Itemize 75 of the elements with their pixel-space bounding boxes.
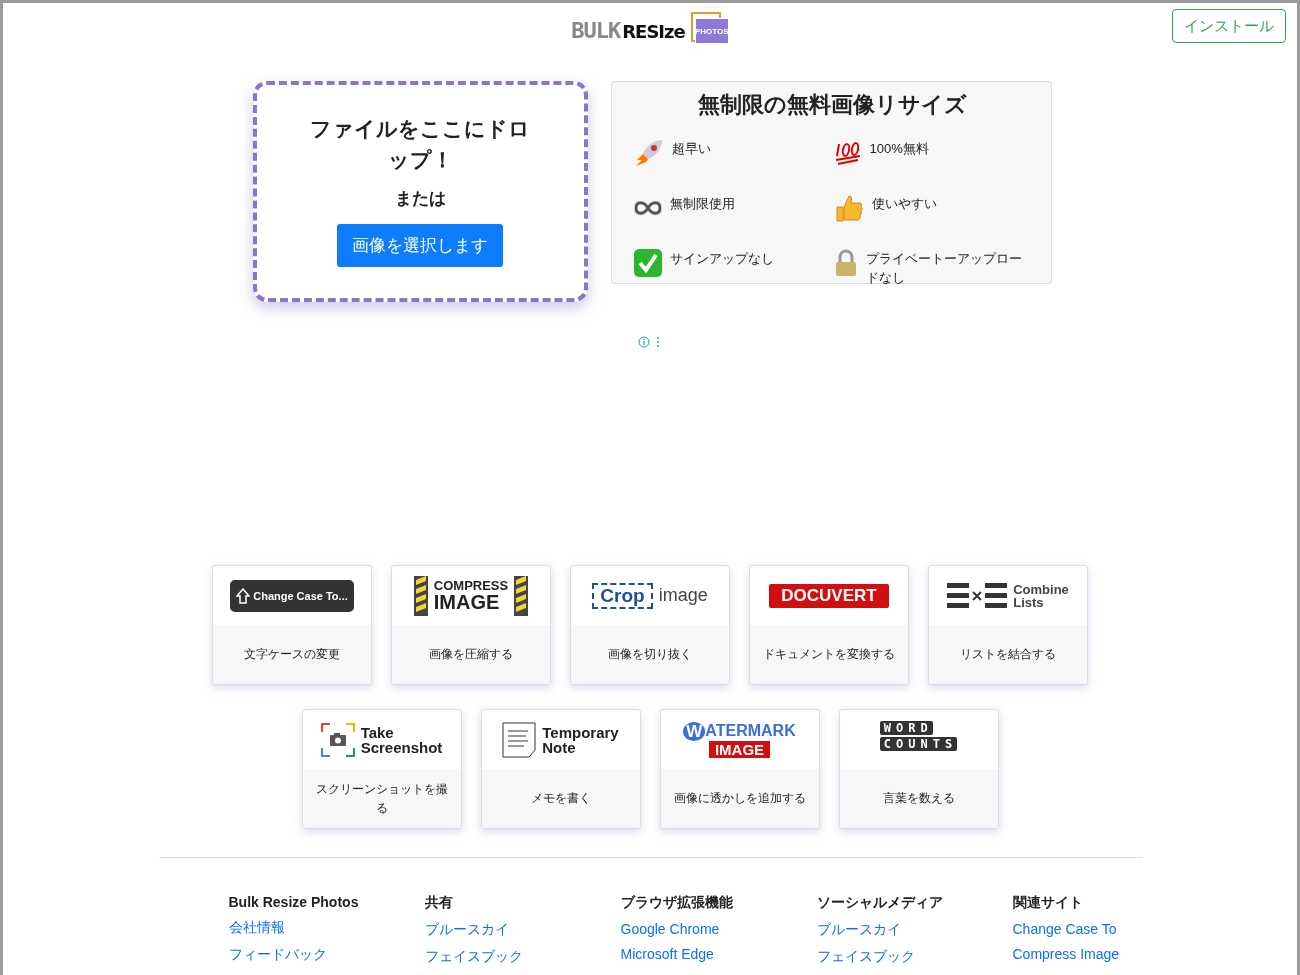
padlock-icon — [833, 249, 858, 278]
logo-text: ATERMARK — [705, 723, 796, 739]
install-button[interactable]: インストール — [1172, 9, 1286, 43]
file-drop-zone[interactable]: ファイルをここにドロップ！ または 画像を選択します — [252, 80, 588, 302]
ad-info-icon[interactable] — [638, 335, 662, 348]
logo-text: Crop — [592, 582, 653, 609]
tool-card[interactable]: W ATERMARK IMAGE 画像に透かしを追加する — [659, 709, 820, 829]
infinity-icon — [633, 200, 662, 217]
footer-link[interactable]: ブルースカイ — [816, 921, 1013, 939]
feature-text: 使いやすい — [871, 194, 938, 213]
footer-heading: 関連サイト — [1012, 894, 1084, 912]
tool-card[interactable]: COMPRESS IMAGE 画像を圧縮する — [391, 565, 551, 685]
footer-link[interactable]: フェイスブック — [816, 948, 1013, 966]
logo-text: Screenshot — [360, 739, 443, 755]
logo-text: DOCUVERT — [769, 583, 889, 608]
tool-card-label: メモを書く — [529, 790, 592, 807]
thumbs-up-icon — [833, 193, 864, 224]
logo-text: WORD — [879, 720, 933, 735]
logo-text: Take — [360, 724, 395, 740]
logo-text: Change Case To... — [253, 589, 348, 602]
hazard-stripe-icon — [413, 575, 428, 616]
tool-card[interactable]: Change Case To... 文字ケースの変更 — [212, 565, 372, 685]
select-image-button[interactable]: 画像を選択します — [337, 223, 503, 267]
logo-text: Combine — [1013, 582, 1069, 596]
logo-text: COMPRESS — [433, 579, 509, 592]
tool-card[interactable]: Take Screenshot スクリーンショットを撮る — [301, 709, 462, 829]
tool-card-label: ドキュメントを変換する — [762, 646, 896, 663]
tool-card-label: スクリーンショットを撮る — [314, 780, 449, 817]
logo-text: W — [683, 721, 706, 741]
logo-text: BULK — [571, 18, 621, 43]
footer-link[interactable]: フェイスブック — [424, 948, 621, 966]
features-title: 無制限の無料画像リサイズ — [696, 90, 968, 119]
camera-icon — [320, 722, 355, 757]
feature-text: 超早い — [671, 139, 712, 158]
footer-heading: 共有 — [424, 894, 454, 912]
tool-card-label: 画像に透かしを追加する — [672, 790, 807, 807]
feature-text: プライベートーアップロードなし — [865, 249, 1023, 287]
tool-card[interactable]: Temporary Note メモを書く — [480, 709, 641, 829]
arrow-up-icon — [236, 587, 251, 604]
footer-link[interactable]: Change Case To — [1012, 921, 1209, 937]
logo-text: IMAGE — [433, 592, 501, 612]
footer-link[interactable]: Google Chrome — [620, 921, 817, 937]
footer-link[interactable]: Microsoft Edge — [620, 946, 817, 962]
footer-heading: ソーシャルメディア — [816, 894, 944, 912]
tool-card-label: 言葉を数える — [881, 790, 956, 807]
footer-heading: Bulk Resize Photos — [228, 894, 360, 910]
drop-zone-title: ファイルをここにドロップ！ — [309, 115, 531, 173]
logo-text: COUNTS — [879, 736, 958, 751]
logo-text: RESIze — [622, 21, 685, 42]
note-icon — [502, 721, 537, 758]
footer-link[interactable]: Compress Image — [1012, 946, 1209, 962]
hazard-stripe-icon — [514, 575, 529, 616]
logo-text: IMAGE — [708, 740, 771, 758]
footer-link[interactable]: 会社情報 — [228, 919, 425, 937]
tool-card[interactable]: WORD COUNTS 言葉を数える — [838, 709, 999, 829]
tool-card[interactable]: Crop image 画像を切り抜く — [570, 565, 730, 685]
feature-text: サインアップなし — [669, 249, 775, 268]
or-text: または — [394, 187, 446, 210]
feature-text: 無制限使用 — [669, 194, 736, 213]
tool-card[interactable]: DOCUVERT ドキュメントを変換する — [749, 565, 909, 685]
tool-card-label: 画像を切り抜く — [607, 646, 693, 663]
feature-text: 100%無料 — [869, 139, 930, 158]
checkmark-icon — [633, 249, 662, 278]
logo-text: Temporary — [542, 724, 619, 740]
logo-text: Lists — [1013, 595, 1045, 609]
tool-card-label: 文字ケースの変更 — [243, 646, 341, 663]
footer-link[interactable]: フィードバック — [228, 946, 425, 964]
footer-link[interactable]: ブルースカイ — [424, 921, 621, 939]
hundred-points-icon — [833, 140, 862, 167]
tool-card[interactable]: Combine Lists リストを結合する — [928, 565, 1088, 685]
tool-card-label: リストを結合する — [959, 646, 1057, 663]
list-merge-icon — [947, 582, 1008, 609]
tool-card-label: 画像を圧縮する — [428, 646, 514, 663]
footer-heading: ブラウザ拡張機能 — [620, 894, 734, 912]
logo-text: image — [658, 585, 708, 606]
